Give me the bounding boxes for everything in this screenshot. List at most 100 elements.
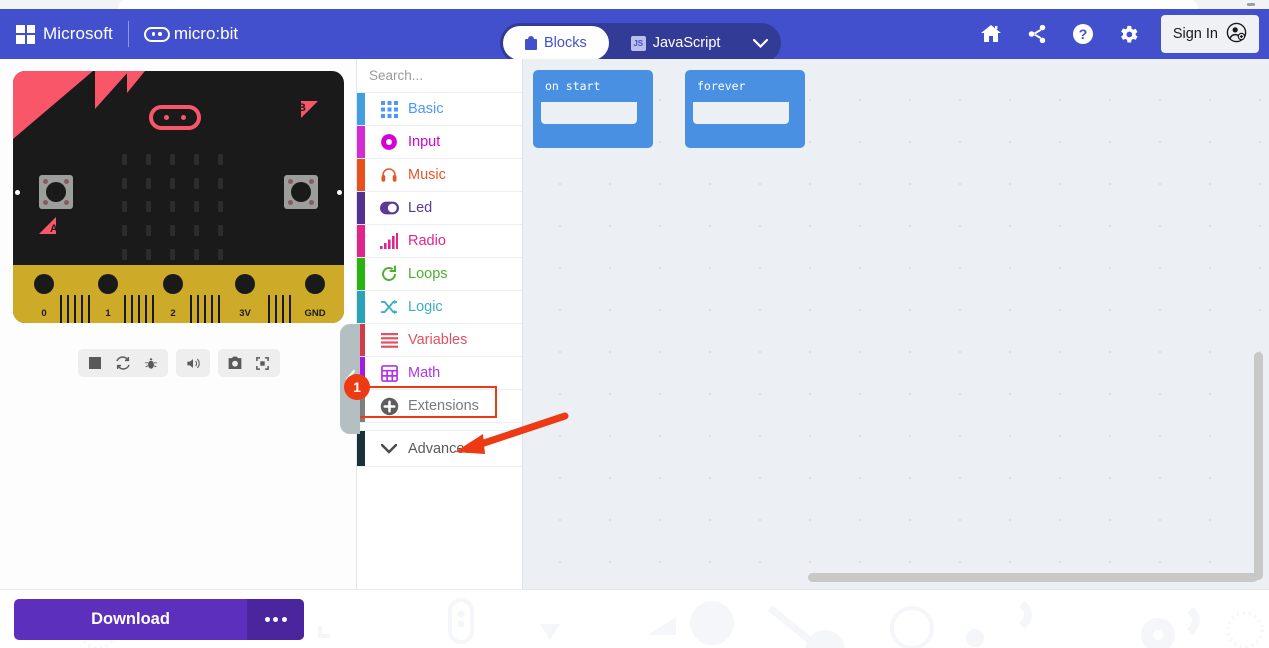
toolbox-search-row	[357, 59, 562, 93]
board-side-pin	[337, 190, 342, 195]
pad-pin-3v[interactable]: 3V	[225, 268, 265, 323]
microsoft-squares-icon	[16, 24, 35, 44]
calculator-icon	[379, 363, 399, 383]
shuffle-icon	[379, 297, 399, 317]
toolbox-category-input[interactable]: Input	[357, 126, 522, 159]
lines-icon	[379, 330, 399, 350]
microsoft-logo[interactable]: Microsoft	[16, 24, 113, 44]
playback-control-group	[77, 349, 168, 377]
blocks-workspace[interactable]: on start forever	[523, 59, 1269, 589]
pad-pin-1[interactable]: 1	[94, 268, 122, 323]
workspace-horizontal-scrollbar[interactable]	[808, 573, 1258, 582]
editor-mode-toggle: Blocks JS JavaScript	[500, 23, 782, 63]
tab-blocks[interactable]: Blocks	[503, 26, 609, 60]
fullscreen-button[interactable]	[249, 352, 277, 374]
pad-pin-0[interactable]: 0	[30, 268, 58, 323]
header-divider	[127, 21, 129, 47]
header-actions: ? Sign In	[969, 9, 1259, 59]
tab-javascript-label: JavaScript	[652, 35, 721, 51]
category-label: Led	[408, 200, 433, 216]
microbit-simulator-board[interactable]: A B 0 1 2 3V GND	[13, 71, 344, 323]
sign-in-button[interactable]: Sign In	[1160, 15, 1259, 53]
browser-chrome-sliver	[0, 0, 1269, 9]
pad-pin-gnd[interactable]: GND	[295, 268, 335, 323]
toolbox-category-music[interactable]: Music	[357, 159, 522, 192]
search-input[interactable]	[369, 68, 546, 83]
sign-in-label: Sign In	[1172, 26, 1218, 42]
toolbox-category-logic[interactable]: Logic	[357, 291, 522, 324]
usb-port-icon	[149, 105, 201, 130]
category-color-bar	[357, 431, 365, 466]
category-color-bar	[357, 258, 365, 290]
category-label: Radio	[408, 233, 446, 249]
account-avatar-icon	[1226, 22, 1247, 47]
block-inner-notch	[693, 102, 789, 124]
edge-connector: 0 1 2 3V GND	[13, 265, 344, 323]
microbit-wordmark: micro:bit	[173, 24, 239, 43]
pad-pin-2[interactable]: 2	[159, 268, 187, 323]
category-color-bar	[357, 93, 365, 125]
chevron-down-icon	[379, 439, 399, 459]
button-b[interactable]	[284, 175, 318, 209]
button-a-label: A	[50, 223, 58, 235]
main-area: A B 0 1 2 3V GND Search... Basic Input M…	[0, 59, 1269, 589]
category-color-bar	[357, 225, 365, 257]
restart-button[interactable]	[109, 352, 137, 374]
category-label: Logic	[408, 299, 443, 315]
led-toggle-icon	[379, 198, 399, 218]
signal-bars-icon	[379, 231, 399, 251]
debug-button[interactable]	[137, 352, 165, 374]
download-label: Download	[91, 610, 170, 628]
screenshot-button[interactable]	[221, 352, 249, 374]
javascript-badge-icon: JS	[630, 35, 646, 51]
stop-button[interactable]	[81, 352, 109, 374]
workspace-vertical-scrollbar[interactable]	[1254, 352, 1263, 580]
category-label: Math	[408, 365, 441, 381]
language-dropdown-button[interactable]	[742, 26, 778, 60]
download-more-options-button[interactable]	[247, 599, 304, 640]
mute-button[interactable]	[179, 352, 207, 374]
category-label: Loops	[408, 266, 448, 282]
block-label: on start	[545, 79, 601, 93]
annotation-step-badge: 1	[344, 374, 370, 400]
blocks-puzzle-icon	[525, 36, 537, 50]
help-icon[interactable]: ?	[1061, 12, 1105, 56]
loop-arrow-icon	[379, 264, 399, 284]
simulator-controls	[0, 349, 357, 377]
toolbox-category-extensions[interactable]: Extensions 1	[344, 374, 522, 423]
share-icon[interactable]	[1015, 12, 1059, 56]
toolbox-category-led[interactable]: Led	[357, 192, 522, 225]
block-on-start[interactable]: on start	[533, 70, 653, 148]
footer-toolbar: Download	[0, 589, 1269, 648]
led-matrix[interactable]	[112, 148, 232, 266]
toolbox-category-math[interactable]: Math	[357, 357, 522, 390]
toolbox-category-loops[interactable]: Loops	[357, 258, 522, 291]
grid-icon	[379, 99, 399, 119]
board-corner-triangle-icon	[127, 71, 145, 93]
plus-circle-icon	[379, 396, 399, 416]
toolbox-category-variables[interactable]: Variables	[357, 324, 522, 357]
toolbox-category-radio[interactable]: Radio	[357, 225, 522, 258]
category-label: Input	[408, 134, 441, 150]
button-a[interactable]	[39, 175, 73, 209]
home-icon[interactable]	[969, 12, 1013, 56]
block-forever[interactable]: forever	[685, 70, 805, 148]
toolbox-category-basic[interactable]: Basic	[357, 93, 522, 126]
category-color-bar	[357, 192, 365, 224]
category-color-bar	[357, 159, 365, 191]
microbit-logo[interactable]: micro:bit	[143, 24, 239, 44]
blocks-toolbox: Basic Input Music Led	[344, 59, 562, 589]
tab-javascript[interactable]: JS JavaScript	[609, 26, 743, 60]
browser-tab	[118, 0, 1198, 9]
view-control-group	[217, 349, 280, 377]
category-label: Music	[408, 167, 446, 183]
board-corner-triangle-icon	[13, 71, 93, 139]
audio-control-group	[175, 349, 210, 377]
browser-menu-dots	[1247, 3, 1255, 6]
category-color-bar	[357, 291, 365, 323]
toolbox-category-advanced[interactable]: Advanced	[357, 430, 522, 467]
settings-gear-icon[interactable]	[1107, 12, 1151, 56]
download-button[interactable]: Download	[14, 599, 304, 640]
circle-dot-icon	[379, 132, 399, 152]
category-label: Variables	[408, 332, 468, 348]
